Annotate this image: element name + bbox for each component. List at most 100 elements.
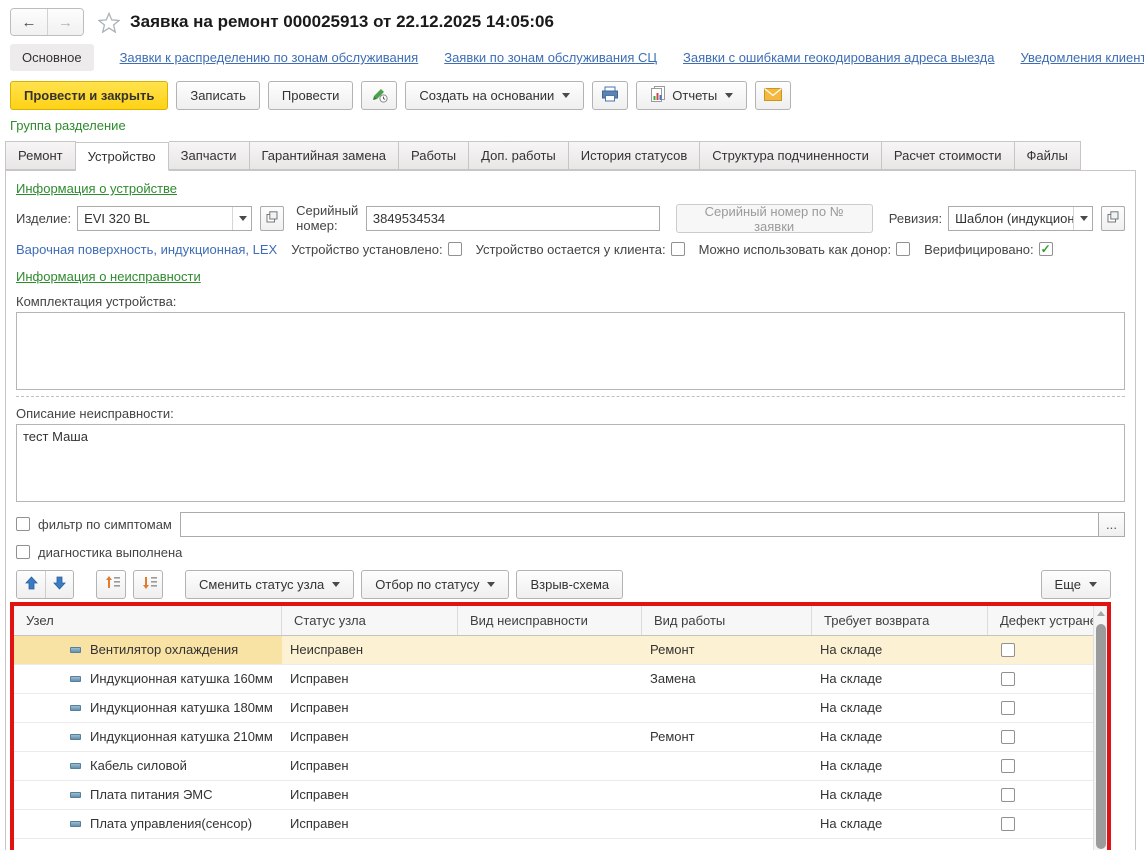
- favorite-star-icon[interactable]: [98, 12, 120, 33]
- back-button[interactable]: ←: [11, 9, 47, 35]
- chevron-down-icon[interactable]: [1073, 207, 1092, 230]
- create-based-on-button[interactable]: Создать на основании: [405, 81, 584, 110]
- post-and-close-button[interactable]: Провести и закрыть: [10, 81, 168, 110]
- defect-fixed-cell[interactable]: [988, 694, 1107, 722]
- column-header-defect-fixed[interactable]: Дефект устранен: [988, 606, 1107, 635]
- defect-fixed-cell[interactable]: [988, 723, 1107, 751]
- node-status-cell[interactable]: Исправен: [282, 810, 458, 838]
- sort-descending-button[interactable]: [133, 570, 163, 599]
- column-header-node-status[interactable]: Статус узла: [282, 606, 458, 635]
- move-down-button[interactable]: [45, 571, 73, 598]
- fault-type-cell[interactable]: [458, 752, 642, 780]
- vertical-scrollbar[interactable]: [1093, 606, 1107, 850]
- fault-type-cell[interactable]: [458, 810, 642, 838]
- forward-button[interactable]: →: [47, 9, 83, 35]
- defect-fixed-checkbox[interactable]: [1001, 759, 1015, 773]
- equipment-textarea[interactable]: [16, 312, 1125, 390]
- return-required-cell[interactable]: На складе: [812, 694, 988, 722]
- product-combobox[interactable]: EVI 320 BL: [77, 206, 252, 231]
- column-header-node[interactable]: Узел: [14, 606, 282, 635]
- textarea-resize-handle[interactable]: [16, 396, 1125, 397]
- work-type-cell[interactable]: Ремонт: [642, 636, 812, 664]
- diagnostics-done-checkbox[interactable]: [16, 545, 30, 559]
- node-cell[interactable]: Индукционная катушка 160мм: [14, 665, 282, 693]
- filter-by-status-button[interactable]: Отбор по статусу: [361, 570, 509, 599]
- work-type-cell[interactable]: Замена: [642, 665, 812, 693]
- table-row[interactable]: Кабель силовойИсправен На складе: [14, 752, 1107, 781]
- return-required-cell[interactable]: На складе: [812, 636, 988, 664]
- node-status-cell[interactable]: Исправен: [282, 781, 458, 809]
- table-row[interactable]: Плата питания ЭМСИсправенНа складе: [14, 781, 1107, 810]
- defect-fixed-cell[interactable]: [988, 665, 1107, 693]
- symptom-filter-input[interactable]: [181, 513, 1098, 536]
- fault-type-cell[interactable]: [458, 665, 642, 693]
- node-cell[interactable]: Индукционная катушка 180мм: [14, 694, 282, 722]
- symptom-filter-checkbox[interactable]: [16, 517, 30, 531]
- defect-fixed-checkbox[interactable]: [1001, 788, 1015, 802]
- return-required-cell[interactable]: На складе: [812, 752, 988, 780]
- column-header-return-required[interactable]: Требует возврата: [812, 606, 988, 635]
- tab-warranty-replacement[interactable]: Гарантийная замена: [250, 141, 399, 170]
- revision-combobox[interactable]: Шаблон (индукционная: [948, 206, 1093, 231]
- node-status-cell[interactable]: Исправен: [282, 694, 458, 722]
- node-cell[interactable]: Кабель силовой: [14, 752, 282, 780]
- move-up-button[interactable]: [17, 571, 45, 598]
- tab-spare-parts[interactable]: Запчасти: [169, 141, 250, 170]
- symptom-filter-select-button[interactable]: ...: [1098, 513, 1124, 536]
- print-button[interactable]: [592, 81, 628, 110]
- separation-group-link[interactable]: Группа разделение: [0, 116, 126, 137]
- fault-type-cell[interactable]: [458, 781, 642, 809]
- node-cell[interactable]: Плата управления(сенсор): [14, 810, 282, 838]
- tab-cost-calculation[interactable]: Расчет стоимости: [882, 141, 1015, 170]
- tab-repair[interactable]: Ремонт: [5, 141, 76, 170]
- column-header-fault-type[interactable]: Вид неисправности: [458, 606, 642, 635]
- device-type-link[interactable]: Варочная поверхность, индукционная, LEX: [16, 242, 277, 257]
- email-button[interactable]: [755, 81, 791, 110]
- return-required-cell[interactable]: На складе: [812, 723, 988, 751]
- fault-description-textarea[interactable]: тест Маша: [16, 424, 1125, 502]
- defect-fixed-cell[interactable]: [988, 781, 1107, 809]
- change-node-status-button[interactable]: Сменить статус узла: [185, 570, 354, 599]
- return-required-cell[interactable]: На складе: [812, 665, 988, 693]
- post-button[interactable]: Провести: [268, 81, 354, 110]
- nav-tab-main[interactable]: Основное: [10, 44, 94, 71]
- defect-fixed-checkbox[interactable]: [1001, 701, 1015, 715]
- nav-link-service-zones[interactable]: Заявки по зонам обслуживания СЦ: [444, 50, 657, 65]
- table-row[interactable]: Индукционная катушка 180ммИсправен На скл…: [14, 694, 1107, 723]
- sort-ascending-button[interactable]: [96, 570, 126, 599]
- work-type-cell[interactable]: [642, 694, 812, 722]
- installed-checkbox[interactable]: [448, 242, 462, 256]
- donor-checkbox[interactable]: [896, 242, 910, 256]
- more-button[interactable]: Еще: [1041, 570, 1111, 599]
- fault-type-cell[interactable]: [458, 636, 642, 664]
- work-type-cell[interactable]: Ремонт: [642, 723, 812, 751]
- node-status-cell[interactable]: Исправен: [282, 665, 458, 693]
- defect-fixed-cell[interactable]: [988, 636, 1107, 664]
- table-row[interactable]: Индукционная катушка 210ммИсправен Ремонт…: [14, 723, 1107, 752]
- fault-type-cell[interactable]: [458, 723, 642, 751]
- serial-by-request-button[interactable]: Серийный номер по № заявки: [676, 204, 873, 233]
- scrollbar-thumb[interactable]: [1096, 624, 1106, 849]
- tab-works[interactable]: Работы: [399, 141, 469, 170]
- table-row[interactable]: Плата управления(сенсор)Исправен На склад…: [14, 810, 1107, 839]
- table-row[interactable]: Индукционная катушка 160ммИсправен Замена…: [14, 665, 1107, 694]
- node-cell[interactable]: Индукционная катушка 210мм: [14, 723, 282, 751]
- column-header-work-type[interactable]: Вид работы: [642, 606, 812, 635]
- node-status-cell[interactable]: Исправен: [282, 723, 458, 751]
- revision-open-button[interactable]: [1101, 206, 1125, 231]
- nav-link-client-notifications[interactable]: Уведомления клиентам о и: [1020, 50, 1144, 65]
- defect-fixed-cell[interactable]: [988, 810, 1107, 838]
- stays-with-client-checkbox[interactable]: [671, 242, 685, 256]
- verified-checkbox[interactable]: [1039, 242, 1053, 256]
- return-required-cell[interactable]: На складе: [812, 810, 988, 838]
- nav-link-distribution-zones[interactable]: Заявки к распределению по зонам обслужив…: [120, 50, 419, 65]
- post-deferred-button[interactable]: [361, 81, 397, 110]
- defect-fixed-checkbox[interactable]: [1001, 817, 1015, 831]
- defect-fixed-checkbox[interactable]: [1001, 730, 1015, 744]
- tab-device[interactable]: Устройство: [76, 142, 169, 171]
- node-cell[interactable]: Плата питания ЭМС: [14, 781, 282, 809]
- work-type-cell[interactable]: [642, 781, 812, 809]
- node-status-cell[interactable]: Исправен: [282, 752, 458, 780]
- product-open-button[interactable]: [260, 206, 284, 231]
- table-row[interactable]: Вентилятор охлажденияНеисправенРемонтНа …: [14, 636, 1107, 665]
